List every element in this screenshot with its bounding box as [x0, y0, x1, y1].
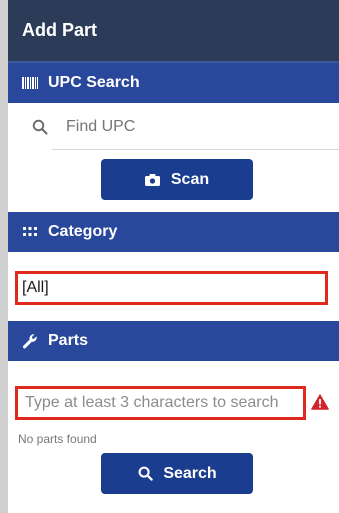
scan-button-label: Scan	[170, 170, 210, 188]
parts-header: Parts	[8, 321, 339, 361]
grid-icon	[22, 224, 38, 240]
no-parts-status: No parts found	[18, 432, 97, 446]
upc-search-input[interactable]	[66, 118, 296, 136]
upc-search-row	[8, 105, 339, 149]
parts-search-input[interactable]: Type at least 3 characters to search	[15, 386, 306, 420]
category-selected-value: [All]	[22, 279, 49, 296]
category-label: Category	[48, 223, 118, 240]
camera-icon	[145, 172, 161, 188]
page-title: Add Part	[22, 20, 98, 40]
warning-icon	[311, 394, 329, 410]
search-icon	[137, 466, 153, 482]
search-button-label: Search	[163, 464, 217, 482]
category-header: Category	[8, 212, 339, 252]
parts-label: Parts	[48, 332, 89, 349]
panel-left-border	[0, 0, 8, 513]
wrench-icon	[22, 333, 38, 349]
upc-search-header: UPC Search	[8, 63, 339, 103]
title-bar: Add Part	[8, 0, 339, 61]
upc-search-label: UPC Search	[48, 74, 140, 91]
search-icon	[32, 119, 48, 135]
category-select[interactable]: [All]	[15, 271, 328, 305]
parts-search-placeholder: Type at least 3 characters to search	[25, 394, 279, 411]
scan-button[interactable]: Scan	[101, 159, 253, 200]
barcode-icon	[22, 75, 38, 91]
add-part-panel: Add Part UPC Search Find UPC Scan Catego…	[0, 0, 339, 513]
search-button[interactable]: Search	[101, 453, 253, 494]
upc-input-underline	[52, 149, 339, 150]
